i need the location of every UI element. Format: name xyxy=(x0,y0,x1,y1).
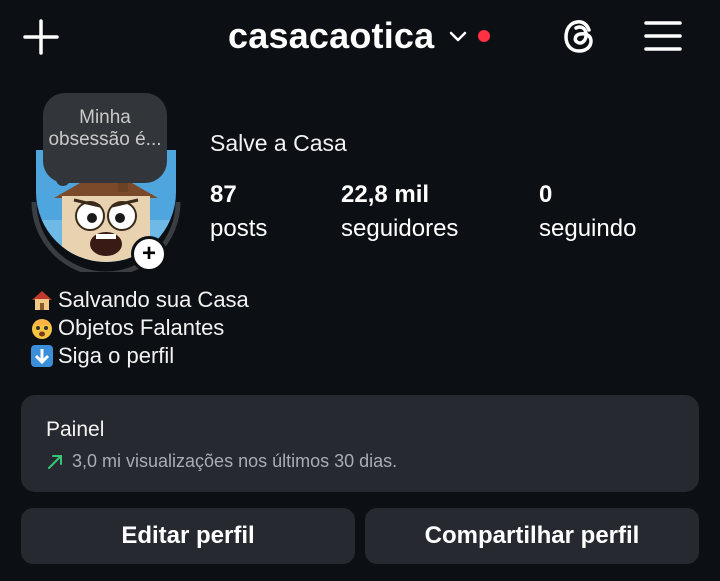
dashboard-summary-text: 3,0 mi visualizações nos últimos 30 dias… xyxy=(72,451,398,471)
share-profile-button[interactable]: Compartilhar perfil xyxy=(365,508,699,564)
dashboard-title: Painel xyxy=(46,418,105,441)
threads-icon[interactable] xyxy=(560,16,600,56)
stat-posts[interactable]: 87 posts xyxy=(210,178,267,246)
stat-label: seguindo xyxy=(539,215,637,242)
account-switcher[interactable]: casacaotica xyxy=(228,14,491,58)
stat-label: seguidores xyxy=(341,215,459,242)
bio-text: Siga o perfil xyxy=(58,343,175,368)
stat-following[interactable]: 0 seguindo xyxy=(539,178,636,246)
shocked-face-emoji xyxy=(32,319,52,339)
display-name: Salve a Casa xyxy=(210,130,347,156)
dashboard-summary: 3,0 mi visualizações nos últimos 30 dias… xyxy=(46,451,397,472)
menu-icon[interactable] xyxy=(644,19,682,53)
stat-label: posts xyxy=(210,215,268,242)
add-story-button[interactable]: + xyxy=(131,236,167,272)
bio: Salvando sua Casa Objetos Falantes Siga … xyxy=(30,286,249,370)
notification-dot xyxy=(478,30,491,42)
stat-value: 22,8 mil xyxy=(341,181,430,208)
edit-profile-button[interactable]: Editar perfil xyxy=(21,508,355,564)
plus-icon[interactable] xyxy=(22,18,60,56)
house-emoji xyxy=(32,291,52,310)
bio-line: Siga o perfil xyxy=(30,342,249,370)
bio-line: Salvando sua Casa xyxy=(30,286,249,314)
dashboard-panel[interactable] xyxy=(21,395,699,492)
chevron-down-icon xyxy=(450,31,467,42)
username-title: casacaotica xyxy=(228,15,435,56)
trend-up-icon xyxy=(48,454,62,469)
note-bubble[interactable]: Minha obsessão é... xyxy=(43,93,167,183)
bio-text: Salvando sua Casa xyxy=(58,287,249,312)
bio-line: Objetos Falantes xyxy=(30,314,249,342)
stat-value: 87 xyxy=(210,181,237,208)
down-arrow-emoji xyxy=(31,345,53,367)
stat-value: 0 xyxy=(539,181,553,208)
bio-text: Objetos Falantes xyxy=(58,315,225,340)
stat-followers[interactable]: 22,8 mil seguidores xyxy=(341,178,458,246)
